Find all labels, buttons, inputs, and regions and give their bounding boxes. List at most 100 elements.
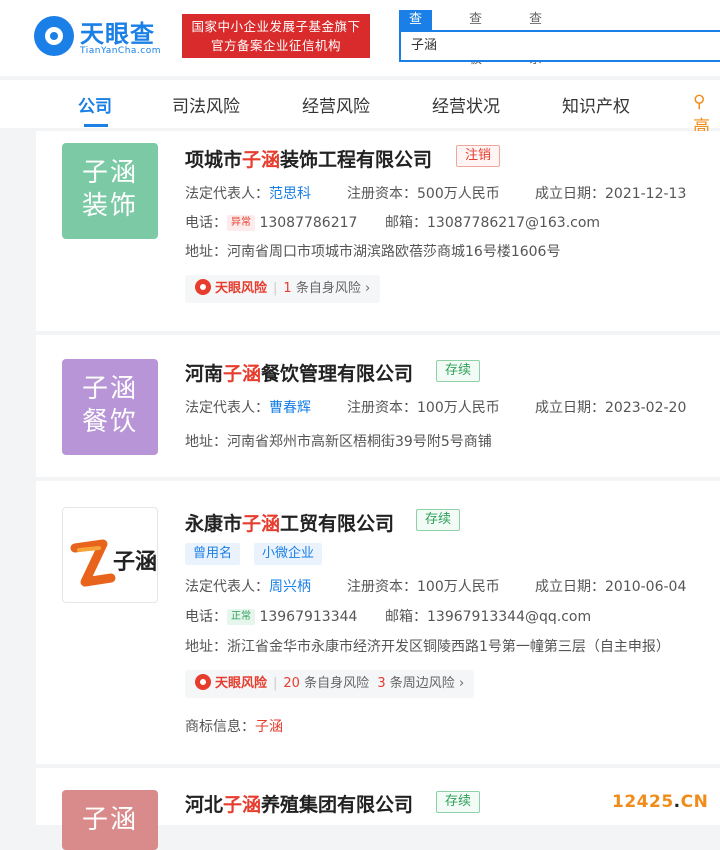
risk-divider: | xyxy=(273,676,278,691)
banner-line-2: 官方备案企业征信机构 xyxy=(210,38,341,53)
legal-rep-label: 法定代表人： xyxy=(185,186,269,202)
email-field: 邮箱：13967913344@qq.com xyxy=(385,606,591,626)
name-suffix: 工贸有限公司 xyxy=(280,513,395,535)
risk-summary[interactable]: 天眼风险 | 20 条自身风险 3 条周边风险 › xyxy=(185,670,475,698)
risk-divider: | xyxy=(273,281,278,296)
name-prefix: 河南 xyxy=(185,363,224,385)
founded-value: 2010-06-04 xyxy=(605,579,687,595)
email-value: 13087786217@163.com xyxy=(427,215,601,231)
info-row-address: 地址：浙江省金华市永康市经济开发区铜陵西路1号第一幢第三层（自主申报） xyxy=(185,636,670,656)
search-input[interactable]: 子涵 xyxy=(399,30,720,62)
self-risk-count: 20 xyxy=(283,676,300,691)
phone-value: 13967913344 xyxy=(259,609,358,625)
eye-logo-icon xyxy=(34,16,74,56)
name-prefix: 永康市 xyxy=(185,513,243,535)
status-badge: 存续 xyxy=(416,509,461,531)
legal-rep-label: 法定代表人： xyxy=(185,579,269,595)
name-highlight: 子涵 xyxy=(223,363,262,385)
company-name[interactable]: 河北子涵养殖集团有限公司 xyxy=(185,790,413,817)
company-name[interactable]: 永康市子涵工贸有限公司 xyxy=(185,509,394,536)
phone-label: 电话： xyxy=(185,609,227,625)
top-header: 天眼查 TianYanCha.com 国家中小企业发展子基金旗下 官方备案企业征… xyxy=(0,0,720,76)
name-highlight: 子涵 xyxy=(223,794,262,816)
phone-status-badge: 异常 xyxy=(227,215,255,231)
address-label: 地址： xyxy=(185,244,227,260)
address-label: 地址： xyxy=(185,434,227,450)
risk-eye-icon xyxy=(195,674,211,690)
phone-status-badge: 正常 xyxy=(227,609,255,625)
founded-label: 成立日期： xyxy=(535,186,605,202)
tianyancha-logo[interactable]: 天眼查 TianYanCha.com xyxy=(34,14,174,62)
result-card[interactable]: 子涵 装饰 项城市子涵装饰工程有限公司 注销 法定代表人：范思科 注册资本：50… xyxy=(36,131,720,331)
founded-field: 成立日期：2010-06-04 xyxy=(535,576,686,596)
risk-summary[interactable]: 天眼风险 | 1 条自身风险 › xyxy=(185,275,381,303)
address-value: 浙江省金华市永康市经济开发区铜陵西路1号第一幢第三层（自主申报） xyxy=(227,639,670,655)
legal-rep-link[interactable]: 曹春辉 xyxy=(269,400,311,416)
self-risk-label: 条自身风险 xyxy=(304,676,370,691)
name-prefix: 河北 xyxy=(185,794,224,816)
logo-line-1: 子涵 xyxy=(81,805,138,835)
company-logo-tile: 子涵 xyxy=(62,790,158,850)
email-value: 13967913344@qq.com xyxy=(427,609,592,625)
company-logo-tile: 子涵 装饰 xyxy=(62,143,158,239)
name-highlight: 子涵 xyxy=(242,149,281,171)
nav-tab-business-risk[interactable]: 经营风险 xyxy=(302,92,370,117)
nav-tab-judicial-risk[interactable]: 司法风险 xyxy=(172,92,240,117)
search-glass-icon: ⚲ xyxy=(693,92,706,112)
founded-field: 成立日期：2023-02-20 xyxy=(535,397,686,417)
trademark-label: 商标信息： xyxy=(185,719,255,735)
logo-text: 天眼查 xyxy=(80,20,155,48)
info-row-address: 地址：河南省周口市项城市湖滨路欧蓓莎商城16号楼1606号 xyxy=(185,241,560,261)
company-name[interactable]: 项城市子涵装饰工程有限公司 xyxy=(185,145,432,172)
search-tab-boss[interactable]: 查老板 xyxy=(469,10,482,67)
tag-small-business[interactable]: 小微企业 xyxy=(254,543,323,565)
banner-line-1: 国家中小企业发展子基金旗下 xyxy=(191,19,361,34)
email-field: 邮箱：13087786217@163.com xyxy=(385,212,600,232)
email-label: 邮箱： xyxy=(385,215,427,231)
company-name[interactable]: 河南子涵餐饮管理有限公司 xyxy=(185,359,413,386)
founded-label: 成立日期： xyxy=(535,400,605,416)
address-label: 地址： xyxy=(185,639,227,655)
info-row-basic: 法定代表人：曹春辉 注册资本：100万人民币 成立日期：2023-02-20 xyxy=(185,397,686,417)
name-suffix: 餐饮管理有限公司 xyxy=(261,363,414,385)
info-row-contact: 电话： 异常 13087786217 邮箱：13087786217@163.com xyxy=(185,212,600,232)
status-badge: 存续 xyxy=(436,360,481,382)
legal-rep-label: 法定代表人： xyxy=(185,400,269,416)
logo-line-1: 子涵 xyxy=(81,374,138,404)
status-badge: 存续 xyxy=(436,791,481,813)
nav-tab-ip[interactable]: 知识产权 xyxy=(562,92,630,117)
watermark-number: 12425 xyxy=(612,792,674,812)
founded-field: 成立日期：2021-12-13 xyxy=(535,183,686,203)
nav-tab-business-status[interactable]: 经营状况 xyxy=(432,92,500,117)
info-row-address: 地址：河南省郑州市高新区梧桐街39号附5号商铺 xyxy=(185,431,492,451)
phone-label: 电话： xyxy=(185,215,227,231)
watermark-tld: CN xyxy=(680,792,709,812)
risk-label: 天眼风险 xyxy=(215,281,268,296)
result-card[interactable]: 子涵 永康市子涵工贸有限公司 存续 曾用名 小微企业 法定代表人：周兴柄 注册资… xyxy=(36,481,720,764)
company-logo-tile: 子涵 餐饮 xyxy=(62,359,158,455)
category-nav: 公司 司法风险 经营风险 经营状况 知识产权 ⚲高 xyxy=(0,80,720,137)
info-row-trademark: 商标信息：子涵 xyxy=(185,716,283,736)
search-tab-company[interactable]: 查公司 xyxy=(399,10,433,67)
logo-line-1: 子涵 xyxy=(81,158,138,188)
tag-former-name[interactable]: 曾用名 xyxy=(185,543,241,565)
logo-text: 子涵 xyxy=(113,550,158,575)
nearby-risk-count: 3 xyxy=(377,676,386,691)
legal-rep-link[interactable]: 周兴柄 xyxy=(269,579,311,595)
capital-field: 注册资本：100万人民币 xyxy=(347,397,500,417)
logo-line-2: 餐饮 xyxy=(81,407,138,437)
legal-rep-link[interactable]: 范思科 xyxy=(269,186,311,202)
name-suffix: 装饰工程有限公司 xyxy=(280,149,433,171)
status-badge: 注销 xyxy=(456,145,501,167)
info-row-basic: 法定代表人：范思科 注册资本：500万人民币 成立日期：2021-12-13 xyxy=(185,183,686,203)
nav-tab-company[interactable]: 公司 xyxy=(78,92,112,117)
trademark-value[interactable]: 子涵 xyxy=(255,719,283,735)
logo-subtext: TianYanCha.com xyxy=(80,46,162,56)
capital-label: 注册资本： xyxy=(347,400,417,416)
founded-value: 2021-12-13 xyxy=(605,186,687,202)
result-card[interactable]: 子涵 餐饮 河南子涵餐饮管理有限公司 存续 法定代表人：曹春辉 注册资本：100… xyxy=(36,335,720,477)
phone-value: 13087786217 xyxy=(259,215,358,231)
risk-label: 天眼风险 xyxy=(215,676,268,691)
name-suffix: 养殖集团有限公司 xyxy=(261,794,414,816)
search-tab-relation[interactable]: 查关系 xyxy=(529,10,542,67)
